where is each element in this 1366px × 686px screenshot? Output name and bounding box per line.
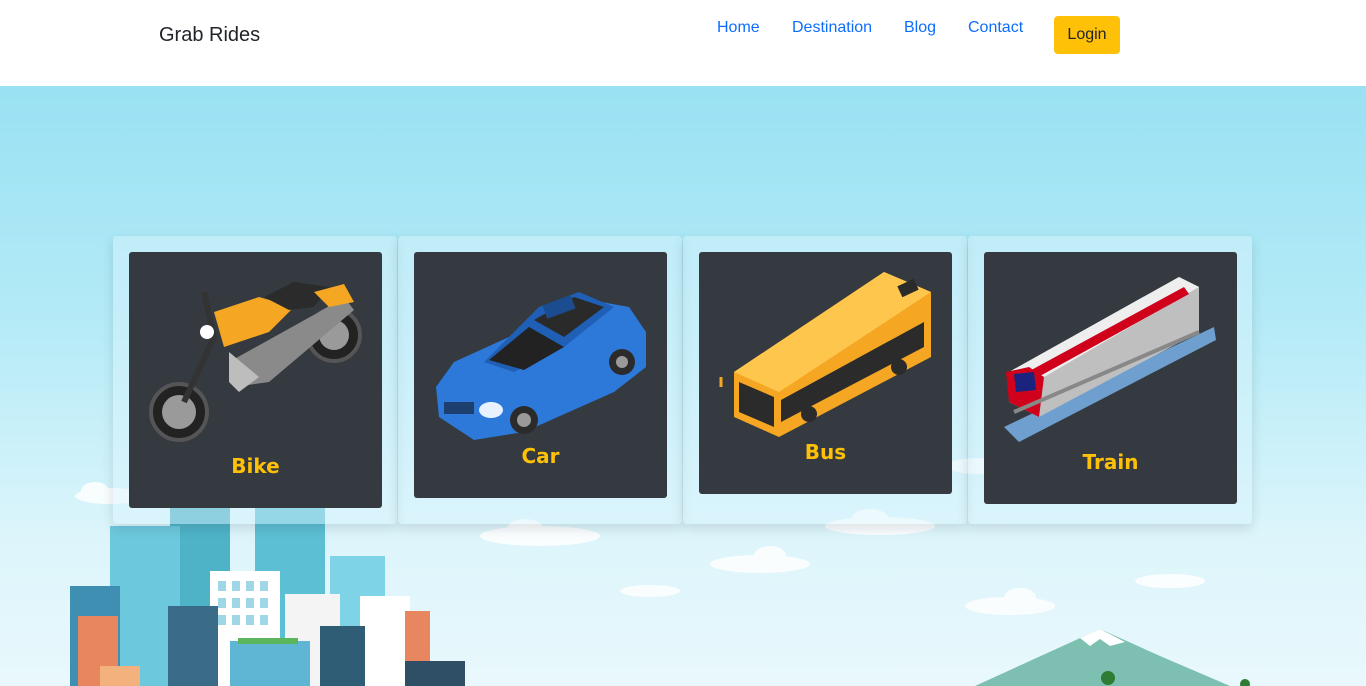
- vehicle-name: Bike: [231, 454, 280, 478]
- nav-destination[interactable]: Destination: [792, 19, 872, 37]
- motorcycle-icon: [149, 282, 362, 442]
- brand-logo[interactable]: Grab Rides: [159, 24, 260, 47]
- vehicle-card-train: Train: [968, 236, 1252, 524]
- nav-blog[interactable]: Blog: [904, 19, 936, 37]
- vehicle-card-inner[interactable]: Bus: [699, 252, 952, 494]
- vehicle-card-car: Car: [398, 236, 682, 524]
- vehicle-card-bike: Bike: [113, 236, 397, 524]
- vehicle-card-bus: Bus: [683, 236, 967, 524]
- train-icon: [1004, 277, 1216, 442]
- car-icon: [436, 292, 646, 440]
- nav-contact[interactable]: Contact: [968, 19, 1023, 37]
- vehicle-name: Bus: [804, 440, 847, 464]
- vehicle-name: Train: [1082, 450, 1139, 474]
- vehicle-card-inner[interactable]: Car: [414, 252, 667, 498]
- vehicle-name: Car: [521, 444, 560, 468]
- hero-section: Bike Car Bus Train: [0, 86, 1366, 686]
- navbar: Grab Rides Home Destination Blog Contact…: [0, 0, 1366, 86]
- nav-home[interactable]: Home: [717, 19, 760, 37]
- vehicle-card-inner[interactable]: Bike: [129, 252, 382, 508]
- bus-icon: [719, 272, 931, 437]
- vehicle-card-inner[interactable]: Train: [984, 252, 1237, 504]
- login-button[interactable]: Login: [1054, 16, 1120, 54]
